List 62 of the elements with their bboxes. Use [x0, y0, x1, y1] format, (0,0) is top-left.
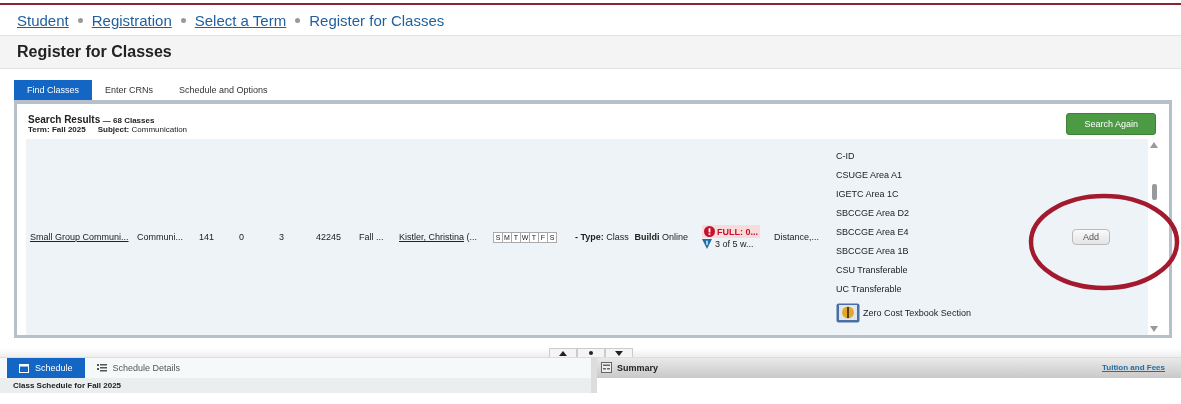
attribute-text: UC Transferable: [836, 284, 903, 294]
scroll-thumb[interactable]: [1151, 184, 1157, 200]
table-cell-text: 0: [239, 232, 245, 242]
waitlist-icon: [702, 239, 712, 249]
up-arrow-icon: [558, 350, 567, 356]
schedule-heading: Class Schedule for Fall 2025: [13, 381, 122, 390]
alert-icon: [704, 226, 715, 237]
scroll-up-icon[interactable]: [1150, 142, 1158, 148]
building-value: Buildi: [634, 232, 660, 242]
tab[interactable]: Find Classes: [14, 80, 93, 100]
table-cell-text: 42245: [316, 232, 343, 242]
splitter-center-button[interactable]: [576, 348, 605, 357]
scroll-down-icon[interactable]: [1150, 326, 1158, 332]
add-button[interactable]: Add: [1072, 229, 1110, 245]
summary-title: Summary: [617, 362, 659, 373]
full-status: FULL: 0...: [702, 225, 760, 238]
dot-icon: [588, 351, 593, 355]
table-cell-text: Online: [662, 232, 689, 242]
type-label: - Type:: [575, 232, 604, 242]
tab[interactable]: Schedule: [7, 358, 85, 378]
separator-dot-icon: [295, 18, 301, 23]
table-cell-text: 3: [279, 232, 285, 242]
results-count: — 68 Classes: [102, 116, 155, 125]
instructor-more: (...: [466, 232, 478, 242]
separator-dot-icon: [180, 18, 186, 23]
attribute-text: CSU Transferable: [836, 265, 909, 275]
splitter-down-button[interactable]: [604, 348, 633, 357]
attribute-text: C-ID: [836, 151, 856, 161]
attribute-text: CSUGE Area A1: [836, 170, 904, 180]
instructor-link[interactable]: Kistler, Christina: [399, 232, 465, 242]
type-value: Class: [606, 232, 629, 242]
tab[interactable]: Schedule Details: [84, 358, 193, 378]
table-cell-text: Fall ...: [359, 232, 385, 242]
separator-dot-icon: [77, 18, 83, 23]
calendar-icon: [19, 363, 29, 373]
down-arrow-icon: [614, 350, 623, 356]
summary-icon: [601, 362, 612, 373]
term-value: Fall 2025: [51, 125, 86, 134]
class-title-link[interactable]: Small Group Communi...: [30, 232, 137, 242]
attribute-text: SBCCGE Area E4: [836, 227, 910, 237]
attribute-text: SBCCGE Area 1B: [836, 246, 910, 256]
book-dollar-icon: [836, 303, 860, 323]
attribute-text: IGETC Area 1C: [836, 189, 900, 199]
breadcrumb-link[interactable]: Registration: [91, 12, 172, 29]
results-heading: Search Results: [28, 114, 101, 125]
table-cell-text: Distance,...: [774, 232, 821, 242]
list-icon: [96, 363, 107, 373]
tuition-fees-link[interactable]: Tuition and Fees: [1102, 363, 1165, 372]
attribute-text: SBCCGE Area D2: [836, 208, 911, 218]
subject-value: Communication: [131, 125, 188, 134]
breadcrumb-link[interactable]: Select a Term: [194, 12, 287, 29]
table-cell-text: 141: [199, 232, 216, 242]
zero-cost-text: Zero Cost Texbook Section: [863, 308, 971, 318]
subject-label: Subject:: [97, 125, 130, 134]
breadcrumb-link[interactable]: Student: [17, 12, 69, 29]
splitter-up-button[interactable]: [548, 348, 577, 357]
search-again-button[interactable]: Search Again: [1066, 113, 1156, 135]
page-title: Register for Classes: [17, 43, 173, 61]
waitlist-text: 3 of 5 w...: [715, 239, 754, 249]
term-label: Term:: [28, 125, 50, 134]
table-cell-text: Communi...: [137, 232, 184, 242]
breadcrumb-current: Register for Classes: [309, 12, 445, 29]
